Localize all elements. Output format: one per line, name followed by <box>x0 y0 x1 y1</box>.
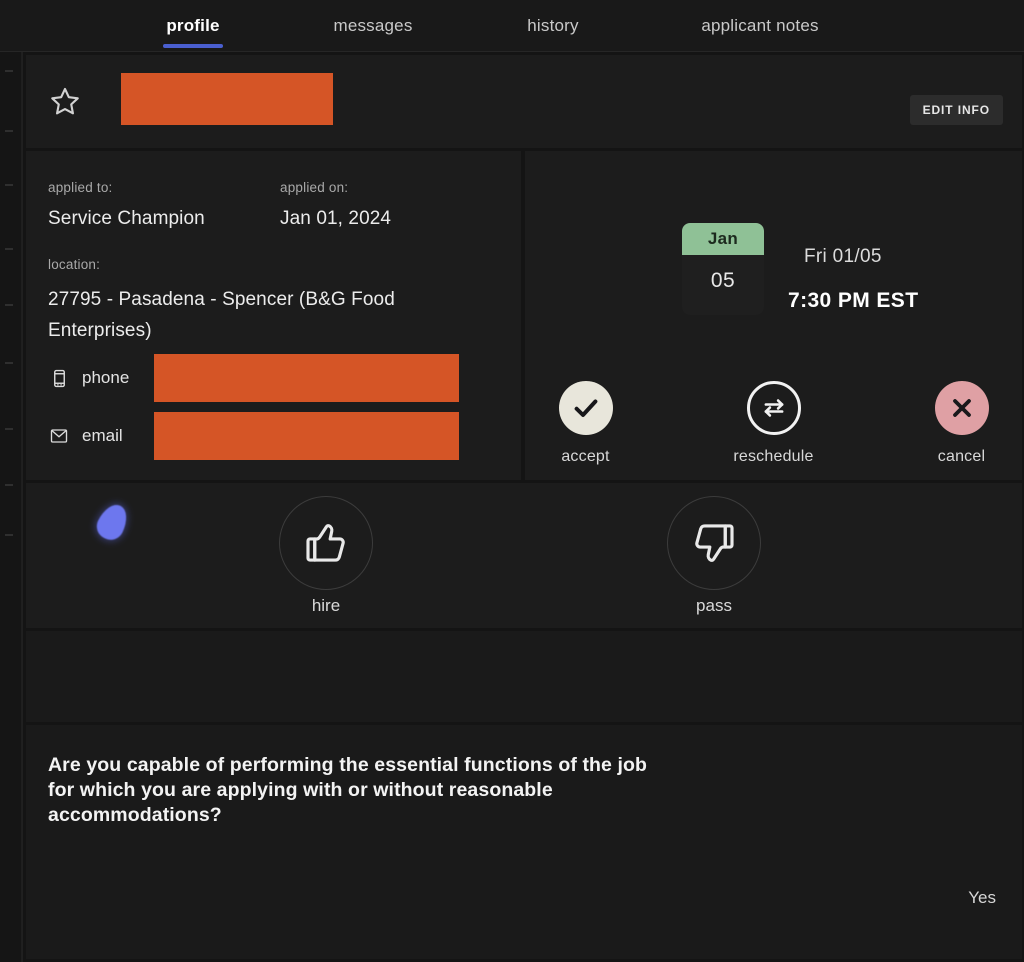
hire-label: hire <box>261 596 391 616</box>
screening-question-card: Are you capable of performing the essent… <box>26 725 1022 959</box>
accept-action[interactable]: accept <box>531 381 641 466</box>
schedule-actions: accept reschedule <box>525 381 1022 466</box>
applied-on-value: Jan 01, 2024 <box>280 208 391 230</box>
thumbs-up-icon <box>279 496 373 590</box>
star-icon[interactable] <box>48 85 82 119</box>
applied-on-label: applied on: <box>280 180 348 195</box>
x-icon <box>935 381 989 435</box>
hire-button[interactable]: hire <box>261 496 391 616</box>
application-details-card: applied to: Service Champion applied on:… <box>26 151 521 480</box>
calendar-badge: Jan 05 <box>682 223 764 315</box>
cancel-label: cancel <box>907 448 1017 466</box>
tab-applicant-notes[interactable]: applicant notes <box>676 0 844 52</box>
check-icon <box>559 381 613 435</box>
phone-label: phone <box>82 368 154 388</box>
tab-messages[interactable]: messages <box>318 0 428 52</box>
edit-info-button[interactable]: EDIT INFO <box>910 95 1003 125</box>
mobile-phone-icon <box>48 365 70 391</box>
active-tab-indicator <box>163 44 223 48</box>
left-edge-panel-sliver <box>0 52 22 962</box>
calendar-month: Jan <box>682 223 764 255</box>
applied-to-value: Service Champion <box>48 208 205 230</box>
cancel-action[interactable]: cancel <box>907 381 1017 466</box>
tab-bar: profile messages history applicant notes <box>0 0 1024 52</box>
calendar-day: 05 <box>682 269 764 293</box>
spacer-section <box>26 631 1022 722</box>
schedule-date: Fri 01/05 <box>804 246 882 268</box>
screening-question-answer: Yes <box>968 888 996 908</box>
email-value-redaction <box>154 412 459 460</box>
location-label: location: <box>48 257 100 272</box>
screening-question-text: Are you capable of performing the essent… <box>48 753 668 828</box>
pass-button[interactable]: pass <box>649 496 779 616</box>
thumbs-down-icon <box>667 496 761 590</box>
applied-to-label: applied to: <box>48 180 113 195</box>
applicant-profile-screen: profile messages history applicant notes… <box>0 0 1024 962</box>
reschedule-action[interactable]: reschedule <box>719 381 829 466</box>
envelope-icon <box>48 423 70 449</box>
pass-label: pass <box>649 596 779 616</box>
email-label: email <box>82 426 154 446</box>
phone-value-redaction <box>154 354 459 402</box>
hire-pass-card: hire pass <box>26 483 1022 628</box>
tab-history[interactable]: history <box>508 0 598 52</box>
schedule-time: 7:30 PM EST <box>788 289 918 313</box>
interview-schedule-card: Jan 05 Fri 01/05 7:30 PM EST accept <box>525 151 1022 480</box>
applicant-header-card: EDIT INFO <box>26 55 1022 148</box>
applicant-name-redaction <box>121 73 333 125</box>
profile-content: EDIT INFO applied to: Service Champion a… <box>22 52 1024 962</box>
reschedule-label: reschedule <box>719 448 829 466</box>
phone-row: phone <box>48 354 154 402</box>
email-row: email <box>48 412 154 460</box>
location-value: 27795 - Pasadena - Spencer (B&G Food Ent… <box>48 284 448 346</box>
swap-arrows-icon <box>747 381 801 435</box>
accept-label: accept <box>531 448 641 466</box>
